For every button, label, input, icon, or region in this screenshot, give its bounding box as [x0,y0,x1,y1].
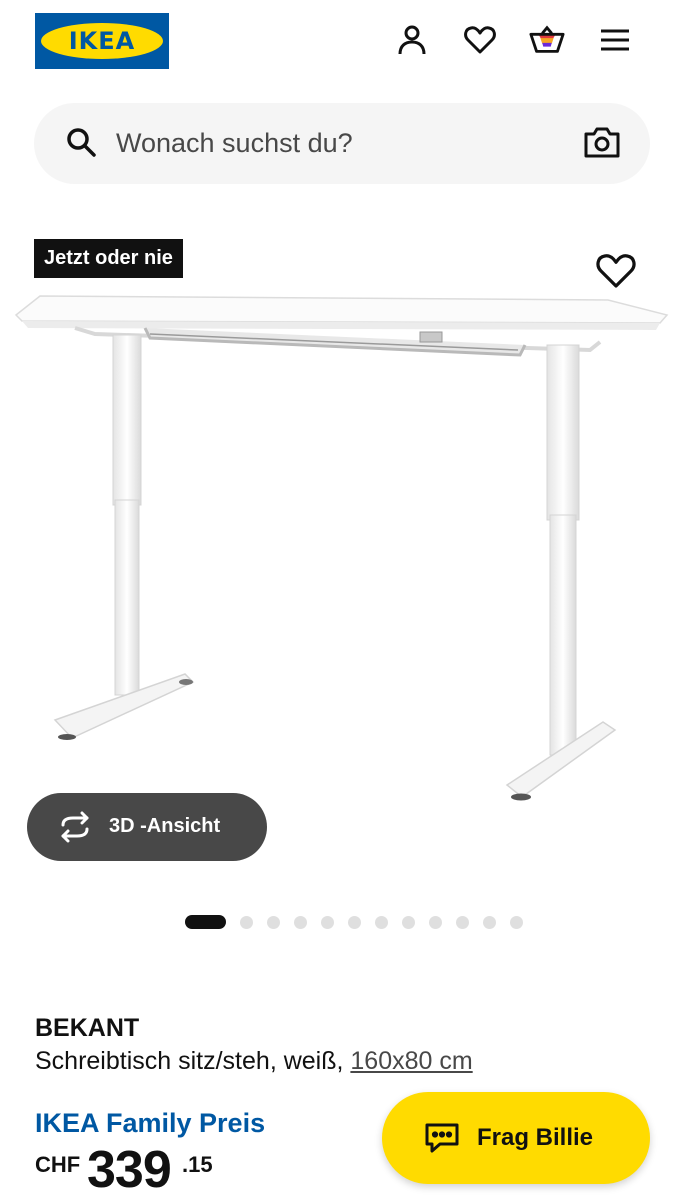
search-bar[interactable] [34,103,650,184]
chat-billie-button[interactable]: Frag Billie [382,1092,650,1184]
price-decimal: .15 [182,1152,213,1177]
menu-icon[interactable] [597,22,633,58]
promo-badge: Jetzt oder nie [34,239,183,278]
wishlist-heart-icon[interactable] [462,22,498,58]
gallery-dot[interactable] [267,915,280,929]
gallery-dot[interactable] [402,915,415,929]
3d-view-label: 3D -Ansicht [109,815,221,837]
gallery-dot[interactable] [375,915,388,929]
chat-billie-label: Frag Billie [477,1124,594,1151]
camera-search-icon[interactable] [582,125,622,161]
ikea-logo[interactable]: IKEA [35,13,169,69]
gallery-dot[interactable] [294,915,307,929]
price-currency: CHF [35,1152,81,1177]
gallery-dot[interactable] [429,915,442,929]
gallery-dot-active[interactable] [185,915,226,929]
rotate-3d-icon [57,811,93,843]
logo-oval: IKEA [41,23,163,59]
product-favorite-heart-icon[interactable] [596,252,636,292]
gallery-pagination[interactable] [185,915,537,929]
cart-icon[interactable] [529,22,565,58]
gallery-dot[interactable] [483,915,496,929]
account-icon[interactable] [394,22,430,58]
product-size-link[interactable]: 160x80 cm [350,1047,472,1075]
price-integer: 339 [87,1141,172,1199]
product-name: BEKANT [35,1014,140,1042]
search-icon [64,125,100,161]
gallery-dot[interactable] [321,915,334,929]
gallery-dot[interactable] [456,915,469,929]
3d-view-button[interactable]: 3D -Ansicht [27,793,267,861]
product-image-desk[interactable] [0,290,684,810]
logo-text: IKEA [68,27,136,55]
gallery-dot[interactable] [510,915,523,929]
gallery-dot[interactable] [240,915,253,929]
chat-bubble-icon [424,1122,460,1154]
family-price-label: IKEA Family Preis [35,1108,266,1138]
header: IKEA [0,0,684,90]
product-description: Schreibtisch sitz/steh, weiß, 160x80 cm [35,1047,473,1076]
search-input[interactable] [116,123,556,163]
gallery-dot[interactable] [348,915,361,929]
product-description-text: Schreibtisch sitz/steh, weiß, [35,1047,351,1075]
